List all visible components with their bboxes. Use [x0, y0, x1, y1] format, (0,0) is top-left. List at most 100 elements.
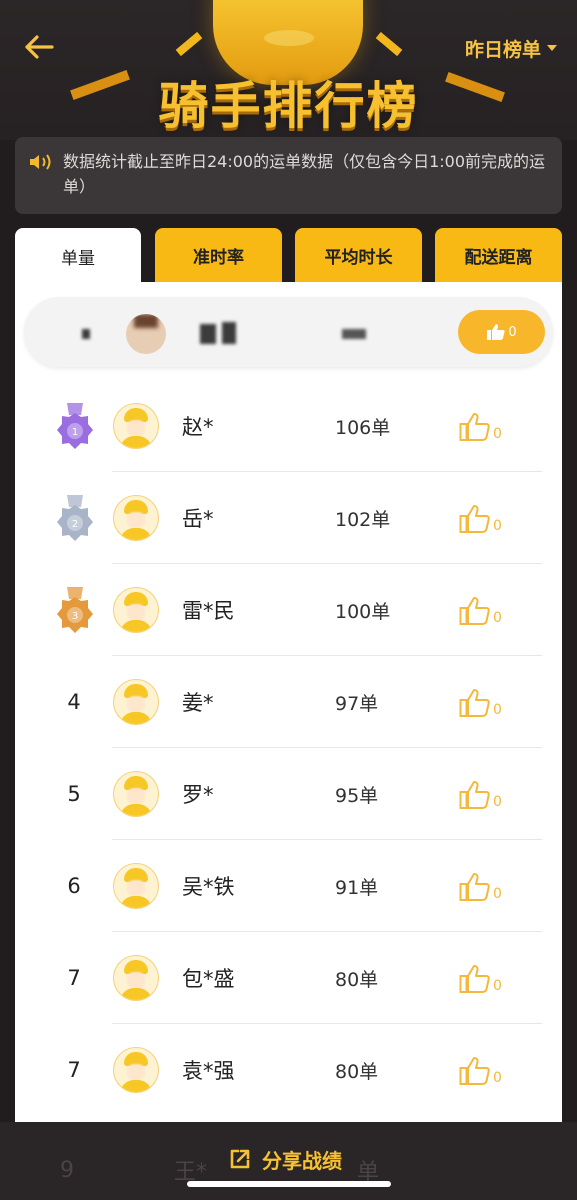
like-button[interactable]: 0 [459, 778, 502, 810]
my-rank-blurred [82, 329, 90, 339]
table-row: 2 岳* 102单 0 [15, 472, 562, 564]
table-row: 1 赵* 106单 0 [15, 380, 562, 472]
rank-number: 7 [67, 1058, 81, 1082]
avatar [113, 771, 159, 817]
like-count: 0 [508, 324, 517, 340]
medal-icon: 3 [57, 587, 93, 633]
svg-text:1: 1 [72, 427, 78, 438]
page-title: 骑手排行榜 [158, 77, 419, 135]
rider-name: 赵* [182, 415, 214, 439]
avatar [113, 679, 159, 725]
like-button[interactable]: 0 [459, 410, 502, 442]
rider-name: 袁*强 [182, 1059, 235, 1083]
like-count: 0 [493, 610, 502, 626]
thumbs-up-icon [487, 324, 505, 340]
thumbs-up-icon [459, 413, 490, 441]
rider-name: 罗* [182, 783, 214, 807]
avatar [126, 314, 166, 354]
tab-label: 准时率 [193, 247, 244, 268]
rank-number: 6 [67, 874, 81, 898]
notice-text: 数据统计截止至昨日24:00的运单数据（仅包含今日1:00前完成的运单） [63, 152, 546, 196]
rank-number: 9 [60, 1157, 74, 1183]
avatar [113, 403, 159, 449]
avatar [113, 863, 159, 909]
like-count: 0 [493, 702, 502, 718]
avatar [113, 587, 159, 633]
speaker-icon [30, 154, 51, 170]
order-count: 91单 [335, 876, 379, 899]
share-results-button[interactable]: 分享战绩 [228, 1142, 342, 1176]
thumbs-up-icon [459, 873, 490, 901]
share-label: 分享战绩 [262, 1148, 342, 1173]
metric-tabs: 单量 准时率 平均时长 配送距离 [15, 228, 562, 284]
like-count: 0 [493, 978, 502, 994]
share-icon [230, 1149, 250, 1169]
avatar [113, 1047, 159, 1093]
tab-on-time-rate[interactable]: 准时率 [155, 228, 282, 282]
like-count: 0 [493, 426, 502, 442]
my-like-button[interactable]: 0 [458, 310, 545, 354]
medal-icon: 1 [57, 403, 93, 449]
notice-banner: 数据统计截止至昨日24:00的运单数据（仅包含今日1:00前完成的运单） [15, 137, 562, 214]
kangaroo-logo [264, 30, 314, 46]
like-count: 0 [493, 794, 502, 810]
my-ranking-row: 0 [24, 297, 553, 367]
order-count: 100单 [335, 600, 391, 623]
table-row: 6 吴*铁 91单 0 [15, 840, 562, 932]
like-count: 0 [493, 886, 502, 902]
my-name-blurred [222, 322, 236, 344]
avatar [113, 955, 159, 1001]
caret-down-icon [547, 45, 557, 51]
rider-name: 包*盛 [182, 967, 235, 991]
thumbs-up-icon [459, 965, 490, 993]
order-count: 106单 [335, 416, 391, 439]
like-button[interactable]: 0 [459, 870, 502, 902]
rank-number: 4 [67, 690, 81, 714]
thumbs-up-icon [459, 597, 490, 625]
svg-text:2: 2 [72, 519, 78, 530]
rider-name: 吴*铁 [182, 875, 235, 899]
table-row: 7 袁*强 80单 0 [15, 1024, 562, 1116]
back-arrow-icon [25, 35, 54, 59]
rider-name: 姜* [182, 691, 214, 715]
tab-label: 单量 [61, 248, 95, 269]
medal-icon: 2 [57, 495, 93, 541]
tab-label: 平均时长 [324, 247, 393, 268]
order-count: 97单 [335, 692, 379, 715]
svg-text:3: 3 [72, 611, 78, 622]
ranking-period-label: 昨日榜单 [464, 38, 541, 61]
ranking-period-dropdown[interactable]: 昨日榜单 [464, 36, 557, 61]
tab-average-duration[interactable]: 平均时长 [295, 228, 422, 282]
ranking-list: 0 1 赵* 106单 0 2 岳* 102单 0 3 雷*民 100单 0 4 姜* 97单 0 5 罗* 95单… [15, 282, 562, 1122]
tab-delivery-distance[interactable]: 配送距离 [435, 228, 562, 282]
my-orders-blurred [342, 329, 366, 339]
my-name-blurred [200, 324, 216, 344]
table-row: 7 包*盛 80单 0 [15, 932, 562, 1024]
like-count: 0 [493, 518, 502, 534]
thumbs-up-icon [459, 781, 490, 809]
rank-number: 5 [67, 782, 81, 806]
tab-order-count[interactable]: 单量 [15, 228, 141, 284]
like-button[interactable]: 0 [459, 1054, 502, 1086]
thumbs-up-icon [459, 689, 490, 717]
thumbs-up-icon [459, 505, 490, 533]
like-button[interactable]: 0 [459, 594, 502, 626]
rank-number: 7 [67, 966, 81, 990]
back-button[interactable] [22, 30, 56, 64]
order-count: 95单 [335, 784, 379, 807]
table-row: 4 姜* 97单 0 [15, 656, 562, 748]
table-row: 3 雷*民 100单 0 [15, 564, 562, 656]
table-row: 5 罗* 95单 0 [15, 748, 562, 840]
order-count: 80单 [335, 968, 379, 991]
rider-name: 岳* [182, 507, 214, 531]
like-button[interactable]: 0 [459, 502, 502, 534]
order-count: 80单 [335, 1060, 379, 1083]
like-button[interactable]: 0 [459, 686, 502, 718]
like-count: 0 [493, 1070, 502, 1086]
home-indicator [187, 1181, 391, 1187]
order-count: 102单 [335, 508, 391, 531]
tab-label: 配送距离 [464, 247, 533, 268]
like-button[interactable]: 0 [459, 962, 502, 994]
thumbs-up-icon [459, 1057, 490, 1085]
rider-name: 雷*民 [182, 599, 235, 623]
